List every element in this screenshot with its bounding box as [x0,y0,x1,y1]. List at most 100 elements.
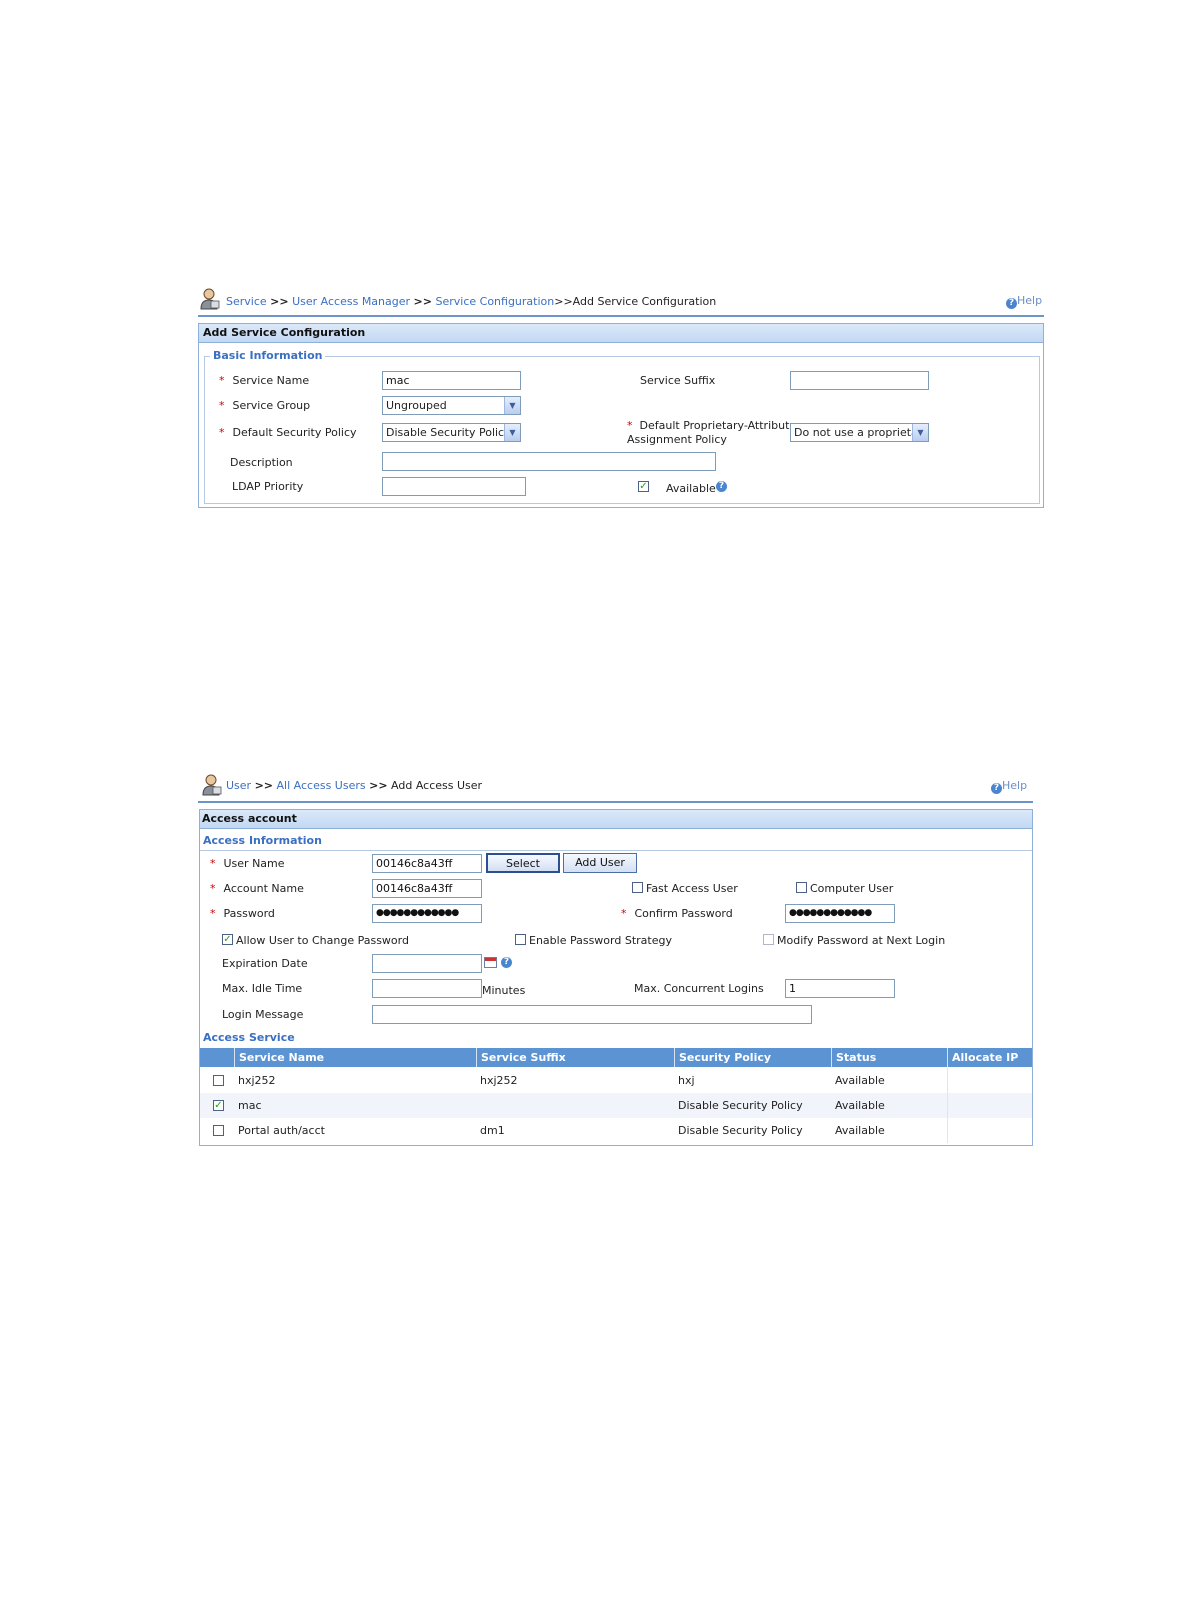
select-column-header [200,1048,234,1067]
service-name-input[interactable]: mac [382,371,521,390]
description-label: Description [230,456,293,469]
panel-title: Add Service Configuration [198,323,1044,343]
cell-status: Available [835,1074,885,1087]
cell-security-policy: Disable Security Policy [678,1124,803,1137]
user-admin-icon [202,774,222,796]
description-input[interactable] [382,452,716,471]
proprietary-attribute-label: * Default Proprietary-Attribute Assignmen… [627,419,797,446]
service-name-label: * Service Name [219,374,310,387]
breadcrumb-separator: >> [254,779,274,792]
fieldset-legend: Basic Information [210,349,326,362]
help-label: Help [1002,779,1028,792]
cell-status: Available [835,1124,885,1137]
breadcrumb-link-service-configuration[interactable]: Service Configuration [435,295,554,308]
breadcrumb: Service >> User Access Manager >> Servic… [226,295,716,308]
max-concurrent-logins-label: Max. Concurrent Logins [634,982,764,995]
default-security-policy-value: Disable Security Policy [386,426,511,439]
cell-service-suffix: dm1 [480,1124,505,1137]
default-security-policy-select[interactable]: Disable Security Policy ▼ [382,423,521,442]
help-label: Help [1017,294,1043,307]
computer-user-label: Computer User [810,882,894,895]
available-checkbox[interactable]: ✓ [638,481,649,492]
help-link[interactable]: ? Help [991,779,1027,794]
max-idle-time-label: Max. Idle Time [222,982,303,995]
column-divider [947,1093,948,1118]
add-user-button[interactable]: Add User [563,853,637,873]
chevron-down-icon: ▼ [912,424,928,441]
service-group-value: Ungrouped [386,399,447,412]
cell-security-policy: Disable Security Policy [678,1099,803,1112]
default-security-policy-label: * Default Security Policy [219,426,357,439]
cell-security-policy: hxj [678,1074,695,1087]
chevron-down-icon: ▼ [504,424,520,441]
cell-service-name: mac [238,1099,262,1112]
breadcrumb-link-user[interactable]: User [226,779,251,792]
service-group-label: * Service Group [219,399,311,412]
password-input[interactable]: ●●●●●●●●●●●● [372,904,482,923]
section-divider [200,850,1032,851]
help-link[interactable]: ? Help [1006,294,1042,309]
login-message-label: Login Message [222,1008,304,1021]
service-group-select[interactable]: Ungrouped ▼ [382,396,521,415]
account-name-label: * Account Name [210,882,304,895]
confirm-password-input[interactable]: ●●●●●●●●●●●● [785,904,895,923]
breadcrumb-separator: >> [270,295,289,308]
fast-access-user-checkbox[interactable] [632,882,643,893]
user-name-input[interactable]: 00146c8a43ff [372,854,482,873]
cell-service-name: hxj252 [238,1074,276,1087]
breadcrumb-current: Add Access User [391,779,483,792]
help-icon[interactable]: ? [501,957,512,968]
modify-password-next-login-label: Modify Password at Next Login [777,934,946,947]
breadcrumb-current: >>Add Service Configuration [554,295,717,308]
column-divider [947,1068,948,1093]
calendar-icon[interactable] [484,957,497,968]
fast-access-user-label: Fast Access User [646,882,738,895]
table-row: hxj252 hxj252 hxj Available [200,1068,1032,1093]
minutes-unit-label: Minutes [482,984,526,997]
column-header-service-suffix: Service Suffix [476,1048,674,1067]
table-row: ✓ mac Disable Security Policy Available [200,1093,1032,1118]
max-idle-time-input[interactable] [372,979,482,998]
panel-title: Access account [199,809,1033,829]
breadcrumb-link-user-access-manager[interactable]: User Access Manager [292,295,410,308]
account-name-input[interactable]: 00146c8a43ff [372,879,482,898]
proprietary-attribute-value: Do not use a proprietar [794,426,923,439]
column-divider [947,1118,948,1143]
user-admin-icon [200,288,220,310]
row-select-checkbox[interactable] [213,1125,224,1136]
row-select-checkbox[interactable] [213,1075,224,1086]
access-service-heading: Access Service [203,1031,295,1044]
enable-password-strategy-checkbox[interactable] [515,934,526,945]
service-suffix-label: Service Suffix [640,374,716,387]
breadcrumb-link-all-access-users[interactable]: All Access Users [277,779,366,792]
proprietary-attribute-select[interactable]: Do not use a proprietar ▼ [790,423,929,442]
modify-password-next-login-checkbox[interactable] [763,934,774,945]
select-button[interactable]: Select [486,853,560,873]
expiration-date-input[interactable] [372,954,482,973]
login-message-input[interactable] [372,1005,812,1024]
help-icon: ? [1006,298,1017,309]
header-divider [198,801,1033,803]
access-information-heading: Access Information [203,834,322,847]
max-concurrent-logins-input[interactable]: 1 [785,979,895,998]
service-suffix-input[interactable] [790,371,929,390]
cell-status: Available [835,1099,885,1112]
available-label: Available [666,482,716,495]
column-header-status: Status [831,1048,947,1067]
help-icon: ? [991,783,1002,794]
breadcrumb-separator: >> [413,295,432,308]
help-icon[interactable]: ? [716,481,727,492]
breadcrumb-link-service[interactable]: Service [226,295,267,308]
breadcrumb: User >> All Access Users >> Add Access U… [226,779,482,792]
row-select-checkbox[interactable]: ✓ [213,1100,224,1111]
column-header-allocate-ip: Allocate IP [947,1048,1032,1067]
password-label: * Password [210,907,275,920]
allow-change-password-checkbox[interactable]: ✓ [222,934,233,945]
enable-password-strategy-label: Enable Password Strategy [529,934,672,947]
column-header-service-name: Service Name [234,1048,476,1067]
breadcrumb-separator: >> [369,779,388,792]
column-header-security-policy: Security Policy [674,1048,831,1067]
cell-service-suffix: hxj252 [480,1074,518,1087]
computer-user-checkbox[interactable] [796,882,807,893]
ldap-priority-input[interactable] [382,477,526,496]
